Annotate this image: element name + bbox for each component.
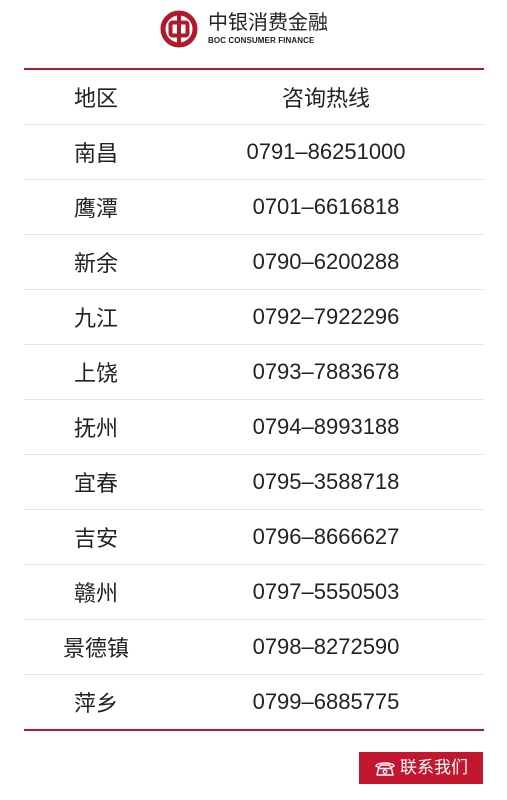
table-row: 景德镇 0798–8272590 [24, 620, 484, 675]
column-header-region: 地区 [73, 87, 118, 112]
telephone-icon [375, 762, 395, 776]
region-cell: 南昌 [73, 142, 118, 167]
table-row: 宜春 0795–3588718 [24, 455, 484, 510]
contact-us-button[interactable]: 联系我们 [359, 752, 483, 784]
table-header-row: 地区 咨询热线 [24, 70, 484, 125]
table-row: 鹰潭 0701–6616818 [24, 180, 484, 235]
phone-cell[interactable]: 0799–6885775 [168, 689, 484, 715]
phone-cell[interactable]: 0701–6616818 [168, 194, 484, 220]
table-row: 吉安 0796–8666627 [24, 510, 484, 565]
table-row: 新余 0790–6200288 [24, 235, 484, 290]
table-row: 赣州 0797–5550503 [24, 565, 484, 620]
phone-cell[interactable]: 0792–7922296 [168, 304, 484, 330]
region-cell: 抚州 [73, 417, 118, 442]
table-row: 萍乡 0799–6885775 [24, 675, 484, 731]
phone-cell[interactable]: 0798–8272590 [168, 634, 484, 660]
boc-logo-icon [160, 10, 198, 48]
region-cell: 景德镇 [62, 637, 129, 662]
phone-cell[interactable]: 0797–5550503 [168, 579, 484, 605]
region-cell: 萍乡 [73, 692, 118, 717]
phone-cell[interactable]: 0796–8666627 [168, 524, 484, 550]
phone-cell[interactable]: 0790–6200288 [168, 249, 484, 275]
region-cell: 鹰潭 [73, 197, 118, 222]
phone-cell[interactable]: 0793–7883678 [168, 359, 484, 385]
phone-cell[interactable]: 0791–86251000 [168, 139, 484, 165]
region-cell: 九江 [73, 307, 118, 332]
table-row: 南昌 0791–86251000 [24, 125, 484, 180]
header: 中银消费金融 BOC CONSUMER FINANCE [0, 0, 507, 62]
column-header-hotline: 咨询热线 [281, 87, 370, 112]
table-row: 上饶 0793–7883678 [24, 345, 484, 400]
region-cell: 吉安 [73, 527, 118, 552]
region-cell: 上饶 [73, 362, 118, 387]
hotline-table: 地区 咨询热线 南昌 0791–86251000 鹰潭 0701–6616818… [24, 68, 484, 731]
table-row: 抚州 0794–8993188 [24, 400, 484, 455]
region-cell: 赣州 [73, 582, 118, 607]
region-cell: 宜春 [73, 472, 118, 497]
table-row: 九江 0792–7922296 [24, 290, 484, 345]
brand-name: 中银消费金融 [208, 10, 328, 34]
contact-us-label: 联系我们 [400, 758, 468, 778]
brand-subtitle: BOC CONSUMER FINANCE [208, 36, 315, 45]
region-cell: 新余 [73, 252, 118, 277]
phone-cell[interactable]: 0795–3588718 [168, 469, 484, 495]
phone-cell[interactable]: 0794–8993188 [168, 414, 484, 440]
